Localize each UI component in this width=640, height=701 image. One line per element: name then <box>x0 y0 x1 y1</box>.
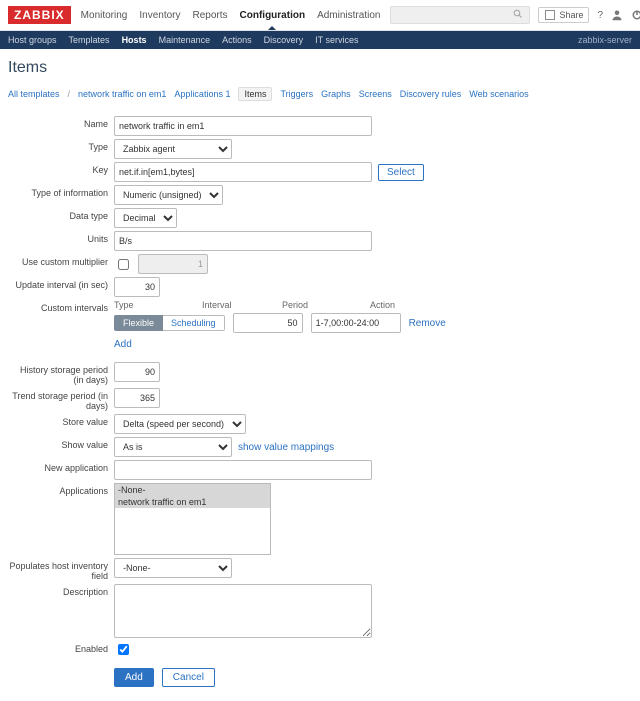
ci-row: Flexible Scheduling Remove <box>114 313 632 333</box>
sub-templates[interactable]: Templates <box>69 35 110 45</box>
breadcrumb-tabs: All templates / network traffic on em1 A… <box>0 83 640 109</box>
top-menu-inventory[interactable]: Inventory <box>139 10 180 21</box>
ci-remove[interactable]: Remove <box>409 318 446 329</box>
search-input[interactable] <box>390 6 530 24</box>
sub-actions[interactable]: Actions <box>222 35 252 45</box>
label-store: Store value <box>8 414 114 427</box>
typeinfo-select[interactable]: Numeric (unsigned) <box>114 185 223 205</box>
ci-header: Type Interval Period Action <box>114 300 632 310</box>
sub-discovery[interactable]: Discovery <box>264 35 304 45</box>
ci-add[interactable]: Add <box>114 339 132 350</box>
top-bar: ZABBIX Monitoring Inventory Reports Conf… <box>0 0 640 31</box>
crumb-sep: / <box>68 89 71 99</box>
share-label: Share <box>559 10 583 20</box>
label-history: History storage period (in days) <box>8 362 114 385</box>
enabled-checkbox[interactable] <box>118 644 129 655</box>
label-datatype: Data type <box>8 208 114 221</box>
crumb-triggers[interactable]: Triggers <box>280 89 313 99</box>
show-select[interactable]: As is <box>114 437 232 457</box>
top-right: Share ? <box>390 6 640 24</box>
sub-hosts[interactable]: Hosts <box>122 35 147 45</box>
crumb-all-templates[interactable]: All templates <box>8 89 60 99</box>
search-icon <box>513 9 525 21</box>
label-name: Name <box>8 116 114 129</box>
label-custint: Custom intervals <box>8 300 114 313</box>
share-icon <box>544 9 556 21</box>
crumb-graphs[interactable]: Graphs <box>321 89 351 99</box>
label-trend: Trend storage period (in days) <box>8 388 114 411</box>
user-icon[interactable] <box>611 9 623 21</box>
sub-maintenance[interactable]: Maintenance <box>159 35 211 45</box>
ci-h-interval: Interval <box>202 300 274 310</box>
label-enabled: Enabled <box>8 641 114 654</box>
crumb-items[interactable]: Items <box>238 87 272 101</box>
apps-listbox[interactable]: -None- network traffic on em1 <box>114 483 271 555</box>
top-menu-monitoring[interactable]: Monitoring <box>81 10 128 21</box>
share-button[interactable]: Share <box>538 7 589 23</box>
select-button[interactable]: Select <box>378 164 424 181</box>
label-desc: Description <box>8 584 114 597</box>
server-name: zabbix-server <box>578 35 632 45</box>
crumb-template[interactable]: network traffic on em1 <box>78 89 166 99</box>
add-button[interactable]: Add <box>114 668 154 687</box>
ci-flexible[interactable]: Flexible <box>114 315 163 331</box>
page-title: Items <box>8 59 632 77</box>
store-select[interactable]: Delta (speed per second) <box>114 414 246 434</box>
crumb-applications[interactable]: Applications 1 <box>174 89 230 99</box>
crumb-discovery[interactable]: Discovery rules <box>400 89 462 99</box>
crumb-web[interactable]: Web scenarios <box>469 89 528 99</box>
label-inv: Populates host inventory field <box>8 558 114 581</box>
name-input[interactable] <box>114 116 372 136</box>
ci-h-action: Action <box>370 300 410 310</box>
mult-input[interactable] <box>138 254 208 274</box>
crumb-screens[interactable]: Screens <box>359 89 392 99</box>
type-select[interactable]: Zabbix agent <box>114 139 232 159</box>
label-apps: Applications <box>8 483 114 496</box>
trend-input[interactable] <box>114 388 160 408</box>
label-updint: Update interval (in sec) <box>8 277 114 290</box>
top-menu: Monitoring Inventory Reports Configurati… <box>81 10 381 21</box>
usemult-checkbox[interactable] <box>118 259 129 270</box>
ci-period-input[interactable] <box>311 313 401 333</box>
apps-opt-1[interactable]: network traffic on em1 <box>115 496 270 508</box>
label-usemult: Use custom multiplier <box>8 254 114 267</box>
label-show: Show value <box>8 437 114 450</box>
top-menu-reports[interactable]: Reports <box>193 10 228 21</box>
ci-h-period: Period <box>282 300 362 310</box>
label-key: Key <box>8 162 114 175</box>
inv-select[interactable]: -None- <box>114 558 232 578</box>
ci-h-type: Type <box>114 300 194 310</box>
label-typeinfo: Type of information <box>8 185 114 198</box>
sub-hostgroups[interactable]: Host groups <box>8 35 57 45</box>
cancel-button[interactable]: Cancel <box>162 668 215 687</box>
label-newapp: New application <box>8 460 114 473</box>
newapp-input[interactable] <box>114 460 372 480</box>
help-icon[interactable]: ? <box>597 10 603 21</box>
ci-interval-input[interactable] <box>233 313 303 333</box>
desc-textarea[interactable] <box>114 584 372 638</box>
top-menu-configuration[interactable]: Configuration <box>240 10 306 21</box>
show-mappings-link[interactable]: show value mappings <box>238 442 334 453</box>
top-menu-administration[interactable]: Administration <box>317 10 380 21</box>
datatype-select[interactable]: Decimal <box>114 208 177 228</box>
logo: ZABBIX <box>8 6 71 24</box>
label-type: Type <box>8 139 114 152</box>
sub-itservices[interactable]: IT services <box>315 35 358 45</box>
ci-type-seg: Flexible Scheduling <box>114 315 225 331</box>
item-form: Name Type Zabbix agent Key Select Type o… <box>0 109 640 701</box>
updint-input[interactable] <box>114 277 160 297</box>
sub-menu: Host groups Templates Hosts Maintenance … <box>0 31 640 49</box>
power-icon[interactable] <box>631 9 640 21</box>
apps-opt-none[interactable]: -None- <box>115 484 270 496</box>
history-input[interactable] <box>114 362 160 382</box>
label-units: Units <box>8 231 114 244</box>
units-input[interactable] <box>114 231 372 251</box>
form-footer: Add Cancel <box>114 668 632 687</box>
ci-scheduling[interactable]: Scheduling <box>163 315 225 331</box>
key-input[interactable] <box>114 162 372 182</box>
